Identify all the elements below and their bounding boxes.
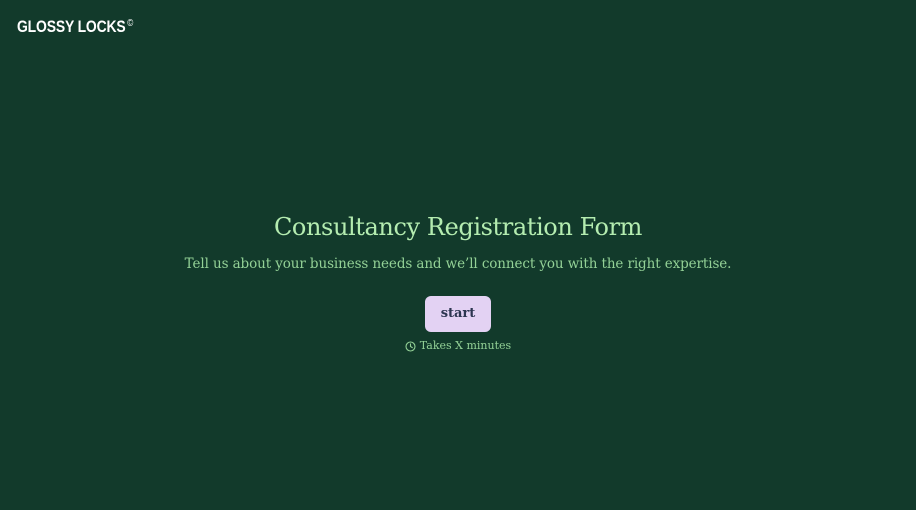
form-title: Consultancy Registration Form	[273, 213, 643, 241]
duration-hint: Takes X minutes	[0, 339, 916, 353]
duration-text: Takes X minutes	[419, 339, 512, 352]
form-subtitle: Tell us about your business needs and we…	[184, 256, 732, 272]
brand-logo[interactable]: GLOSSY LOCKS ©	[17, 16, 133, 38]
brand-name: GLOSSY LOCKS	[17, 17, 126, 36]
clock-icon	[405, 340, 416, 352]
start-button[interactable]: start	[424, 296, 492, 332]
welcome-screen: Consultancy Registration Form Tell us ab…	[0, 210, 916, 353]
copyright-mark: ©	[127, 18, 134, 29]
